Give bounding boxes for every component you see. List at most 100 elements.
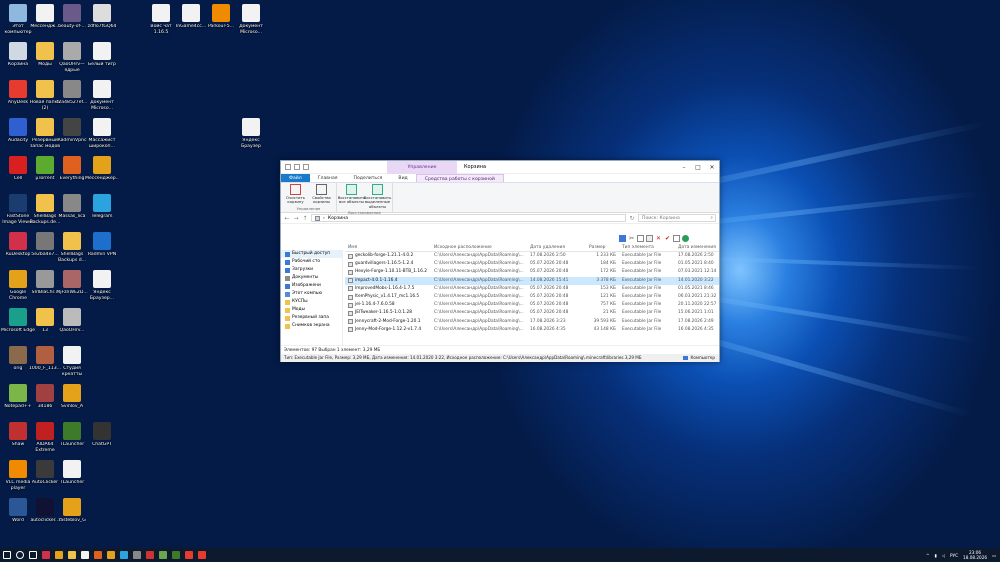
desktop-icon[interactable]: ShellBags Backups.de...	[30, 194, 60, 232]
desktop-icon[interactable]: Белый тигр	[87, 42, 117, 80]
taskbar-button[interactable]	[130, 548, 143, 562]
forward-button[interactable]: →	[293, 215, 299, 222]
desktop-icon[interactable]: AnyDesk	[3, 80, 33, 118]
taskbar-button[interactable]	[26, 548, 39, 562]
desktop-icon[interactable]: Студия креатты	[57, 346, 87, 384]
desktop-icon[interactable]: Google Chrome	[3, 270, 33, 308]
desktop-icon[interactable]: FastStone Image Viewer	[2, 194, 34, 232]
desktop-icon[interactable]: Audacity	[3, 118, 33, 156]
taskbar-button[interactable]	[91, 548, 104, 562]
view-icon[interactable]	[619, 235, 626, 242]
taskbar-button[interactable]	[13, 548, 26, 562]
table-row[interactable]: Hexyle-Forge-1.10.11-BTB_1.16.2 C:\Users\…	[345, 268, 719, 276]
desktop-icon[interactable]: autoclicker...	[30, 498, 60, 536]
desktop-icon[interactable]: 13	[30, 308, 60, 346]
desktop-icon[interactable]: Svinlov_A	[57, 384, 87, 422]
up-button[interactable]: ↑	[302, 215, 308, 222]
taskbar-button[interactable]	[104, 548, 117, 562]
desktop-icon[interactable]: RadminVpnc	[57, 118, 87, 156]
nav-item[interactable]: Этот компью	[281, 290, 342, 298]
desktop-icon[interactable]: Microsoft Edge	[1, 308, 35, 346]
ribbon-tab[interactable]: Файл	[281, 174, 310, 182]
desktop-icon[interactable]: Cell	[3, 156, 33, 194]
desktop-icon[interactable]: Everything	[57, 156, 87, 194]
desktop-icon[interactable]: AIDA64 Extreme	[30, 422, 60, 460]
ribbon-tab[interactable]: Вид	[390, 174, 415, 182]
taskbar-button[interactable]	[65, 548, 78, 562]
desktop-icon[interactable]: ChatGPT	[87, 422, 117, 460]
taskbar-button[interactable]	[52, 548, 65, 562]
search-input[interactable]: Поиск: Корзина ⌕	[638, 214, 716, 222]
desktop-icon[interactable]: Notepad++	[3, 384, 33, 422]
desktop-icon[interactable]: Telegram	[87, 194, 117, 232]
rename-icon[interactable]	[673, 235, 680, 242]
desktop-icon[interactable]: Мессендж...	[30, 4, 60, 42]
table-row[interactable]: Jennycraft-2-Mod-Forge-1.20.1 C:\Users\Ал…	[345, 318, 719, 326]
table-row[interactable]: Jenny-Mod-Forge-1.12.2-v1.7.4 C:\Users\Ал…	[345, 326, 719, 334]
taskbar-button[interactable]	[169, 548, 182, 562]
back-button[interactable]: ←	[284, 215, 290, 222]
network-icon[interactable]: ▮	[934, 553, 936, 558]
delete-icon[interactable]: ✕	[655, 235, 662, 242]
desktop-icon[interactable]: MjFznWE2D...	[56, 270, 88, 308]
desktop-icon[interactable]: 5e2ba4e7...	[30, 232, 60, 270]
globe-icon[interactable]	[682, 235, 689, 242]
desktop-icon[interactable]: QaoOHrv...	[57, 308, 87, 346]
table-row[interactable]: jei-1.16.4-7.6.0.58 C:\Users\Александр\Ap…	[345, 301, 719, 309]
volume-icon[interactable]: ◁	[942, 553, 945, 558]
nav-item[interactable]: Резервный запа	[281, 314, 342, 322]
desktop-icon[interactable]: QaoOHrv— ядрые	[57, 42, 87, 80]
desktop-icon[interactable]: orig	[3, 346, 33, 384]
desktop-icon[interactable]: SVIBIaChr...	[30, 270, 60, 308]
properties-icon[interactable]	[294, 164, 300, 170]
desktop-icon[interactable]: TLauncher	[57, 460, 87, 498]
ribbon-tab[interactable]: Средства работы с корзиной	[415, 174, 504, 182]
table-row[interactable]: ImprovedMobs-1.16.4-1.7.5 C:\Users\Алекса…	[345, 285, 719, 293]
column-type[interactable]: Тип элемента	[619, 244, 675, 251]
desktop-icon[interactable]: µTorrent	[30, 156, 60, 194]
column-modified[interactable]: Дата изменения	[675, 244, 719, 251]
chevron-up-icon[interactable]: ^	[926, 553, 930, 558]
desktop-icon[interactable]: Этот компьютер	[3, 4, 33, 42]
desktop-icon[interactable]: Резервный запас модов	[30, 118, 60, 156]
ribbon-button[interactable]: Восстановить все объекты	[338, 184, 365, 209]
nav-item[interactable]: Загрузки	[281, 266, 342, 274]
taskbar-button[interactable]	[143, 548, 156, 562]
desktop-icon[interactable]: Radmin VPN	[87, 232, 117, 270]
taskbar-button[interactable]	[117, 548, 130, 562]
desktop-icon[interactable]: Документ Microso...	[236, 4, 266, 42]
desktop-icon[interactable]: Массажист широкоп...	[87, 118, 117, 156]
explorer-window[interactable]: Управление Корзина – □ ✕ Файл Главная Поде…	[280, 160, 720, 362]
desktop-icon[interactable]: Моды	[30, 42, 60, 80]
ribbon-button[interactable]: Свойства корзины	[310, 184, 333, 205]
column-name[interactable]: Имя	[345, 244, 431, 251]
desktop-icon[interactable]: ShellBags Backups d...	[57, 232, 87, 270]
desktop-icon[interactable]: TLauncher	[57, 422, 87, 460]
maximize-button[interactable]: □	[691, 161, 705, 174]
table-row[interactable]: impact-4.0.1-1.16.4 C:\Users\Александр\Ap…	[345, 276, 719, 285]
desktop-icon[interactable]: Parkour-5...	[206, 4, 236, 42]
check-icon[interactable]: ✔	[664, 235, 671, 242]
table-row[interactable]: ItemPhysic_v1.4.17_mc1.16.5 C:\Users\Алек…	[345, 293, 719, 301]
taskbar-button[interactable]	[195, 548, 208, 562]
desktop-icon[interactable]: InGame4cc...	[176, 4, 206, 42]
desktop-icon[interactable]: 34186	[30, 384, 60, 422]
notifications-icon[interactable]: ▭	[992, 553, 996, 558]
desktop-icon[interactable]: Корзина	[3, 42, 33, 80]
column-size[interactable]: Размер	[589, 244, 619, 251]
nav-item[interactable]: Изображени	[281, 282, 342, 290]
nav-item[interactable]: Рабочий сто	[281, 258, 342, 266]
desktop-icon[interactable]: Новая папка (2)	[30, 80, 60, 118]
table-row[interactable]: geckolib-forge-1.21.1-4.0.2 C:\Users\Алек…	[345, 252, 719, 260]
taskbar-button[interactable]	[156, 548, 169, 562]
table-row[interactable]: guardvillagers-1.16.5-1.2.4 C:\Users\Алек…	[345, 260, 719, 268]
new-folder-icon[interactable]	[303, 164, 309, 170]
desktop-icon[interactable]: zdfIo7tGQ64	[87, 4, 117, 42]
desktop-icon[interactable]: f2a48527ef...	[57, 80, 87, 118]
nav-item[interactable]: КУСПы	[281, 298, 342, 306]
desktop-icon[interactable]: AutoClicker	[30, 460, 60, 498]
cut-icon[interactable]: ✂	[628, 235, 635, 242]
ribbon-tab[interactable]: Поделиться	[346, 174, 391, 182]
ribbon-tab[interactable]: Главная	[310, 174, 346, 182]
nav-item[interactable]: Документы	[281, 274, 342, 282]
